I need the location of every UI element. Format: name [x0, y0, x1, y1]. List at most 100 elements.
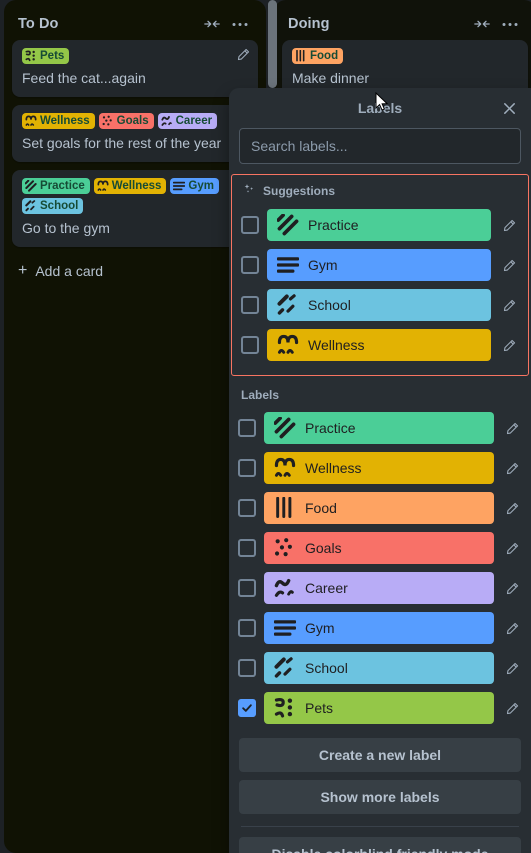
- card-label-name: Food: [310, 50, 339, 62]
- card-labels: Pets: [22, 48, 248, 64]
- label-pattern-icon: [274, 496, 296, 519]
- pencil-icon[interactable]: [502, 662, 522, 675]
- suggestions-heading: Suggestions: [241, 183, 519, 205]
- label-pattern-icon: [276, 254, 300, 276]
- labels-heading: Labels: [229, 376, 531, 408]
- label-row: Goals: [238, 528, 522, 568]
- pencil-icon[interactable]: [502, 422, 522, 435]
- label-swatch[interactable]: Practice: [264, 412, 494, 444]
- label-checkbox[interactable]: [238, 459, 256, 477]
- card[interactable]: Wellness Goals Career Set goals for the …: [12, 105, 258, 162]
- card-label-chip: Food: [292, 48, 344, 64]
- suggestion-label-swatch[interactable]: School: [267, 289, 491, 321]
- card-title: Set goals for the rest of the year: [22, 135, 222, 151]
- create-new-label-button[interactable]: Create a new label: [239, 738, 521, 772]
- label-swatch[interactable]: Pets: [264, 692, 494, 724]
- label-swatch[interactable]: School: [264, 652, 494, 684]
- edit-card-icon[interactable]: [237, 48, 250, 66]
- collapse-arrows-icon[interactable]: [198, 16, 226, 32]
- label-pattern-icon: [295, 49, 307, 62]
- suggestion-label-checkbox[interactable]: [241, 336, 259, 354]
- pencil-icon[interactable]: [502, 462, 522, 475]
- label-name: Gym: [305, 620, 335, 636]
- suggestions-heading-text: Suggestions: [263, 184, 336, 198]
- card[interactable]: Practice Wellness Gym School Go to the g…: [12, 170, 258, 247]
- card-label-name: Gym: [188, 180, 214, 192]
- suggestion-label-checkbox[interactable]: [241, 256, 259, 274]
- label-name: Practice: [305, 420, 356, 436]
- suggestion-label-swatch[interactable]: Gym: [267, 249, 491, 281]
- suggestions-list: Practice Gym School Wellness: [241, 205, 519, 365]
- popover-footer: Create a new label Show more labels Disa…: [229, 728, 531, 853]
- label-pattern-icon: [274, 457, 296, 479]
- label-pattern-icon: [273, 416, 296, 439]
- label-name: Career: [305, 580, 348, 596]
- show-more-labels-button[interactable]: Show more labels: [239, 780, 521, 814]
- close-icon[interactable]: [497, 96, 521, 120]
- colorblind-mode-toggle-button[interactable]: Disable colorblind friendly mode: [239, 837, 521, 853]
- card-label-chip: Practice: [22, 178, 90, 194]
- suggestion-label-name: Wellness: [308, 337, 365, 353]
- label-pattern-icon: [102, 115, 114, 127]
- suggestion-label-checkbox[interactable]: [241, 296, 259, 314]
- label-checkbox[interactable]: [238, 419, 256, 437]
- label-checkbox[interactable]: [238, 579, 256, 597]
- label-pattern-icon: [274, 537, 296, 559]
- label-checkbox[interactable]: [238, 539, 256, 557]
- label-checkbox[interactable]: [238, 699, 256, 717]
- add-a-card-button[interactable]: + Add a card: [12, 255, 258, 287]
- card-label-name: Wellness: [111, 180, 162, 192]
- pencil-icon[interactable]: [502, 542, 522, 555]
- pencil-icon[interactable]: [499, 219, 519, 232]
- mouse-cursor: [375, 91, 389, 112]
- pencil-icon[interactable]: [499, 259, 519, 272]
- card-labels: Food: [292, 48, 518, 64]
- label-pattern-icon: [277, 294, 299, 316]
- pencil-icon[interactable]: [502, 502, 522, 515]
- label-checkbox[interactable]: [238, 659, 256, 677]
- card-title: Make dinner: [292, 70, 370, 86]
- list-menu-icon[interactable]: [226, 20, 254, 29]
- label-checkbox[interactable]: [238, 499, 256, 517]
- list-header: Doing: [282, 8, 528, 40]
- suggestion-label-row: Practice: [241, 205, 519, 245]
- label-pattern-icon: [24, 179, 37, 192]
- suggestion-label-checkbox[interactable]: [241, 216, 259, 234]
- board-scrollbar[interactable]: [268, 0, 277, 88]
- screen: To Do Pets Feed the cat...again Wellness…: [0, 0, 531, 853]
- label-pattern-icon: [25, 200, 37, 212]
- pencil-icon[interactable]: [502, 622, 522, 635]
- suggestion-label-swatch[interactable]: Wellness: [267, 329, 491, 361]
- pencil-icon[interactable]: [499, 299, 519, 312]
- pencil-icon[interactable]: [502, 702, 522, 715]
- label-swatch[interactable]: Food: [264, 492, 494, 524]
- labels-heading-text: Labels: [241, 388, 280, 402]
- card-label-chip: Wellness: [93, 178, 167, 194]
- pencil-icon[interactable]: [502, 582, 522, 595]
- pencil-icon[interactable]: [499, 339, 519, 352]
- plus-icon: +: [18, 262, 28, 279]
- card-label-name: Pets: [40, 50, 65, 62]
- add-a-card-label: Add a card: [35, 263, 104, 279]
- list-title[interactable]: To Do: [18, 16, 198, 32]
- label-swatch[interactable]: Gym: [264, 612, 494, 644]
- label-row: Pets: [238, 688, 522, 728]
- collapse-arrows-icon[interactable]: [468, 16, 496, 32]
- label-pattern-icon: [173, 180, 186, 192]
- label-row: Gym: [238, 608, 522, 648]
- list-title[interactable]: Doing: [288, 16, 468, 32]
- card-label-chip: Pets: [22, 48, 70, 64]
- label-name: Pets: [305, 700, 334, 716]
- card-label-name: Practice: [40, 180, 85, 192]
- label-checkbox[interactable]: [238, 619, 256, 637]
- search-input[interactable]: [239, 128, 521, 164]
- label-swatch[interactable]: Career: [264, 572, 494, 604]
- suggestion-label-swatch[interactable]: Practice: [267, 209, 491, 241]
- list-menu-icon[interactable]: [496, 20, 524, 29]
- card-label-name: Career: [175, 115, 213, 127]
- label-swatch[interactable]: Wellness: [264, 452, 494, 484]
- suggestions-section: Suggestions Practice Gym School Wellness: [231, 174, 529, 376]
- card[interactable]: Pets Feed the cat...again: [12, 40, 258, 97]
- label-swatch[interactable]: Goals: [264, 532, 494, 564]
- card-label-chip: School: [22, 198, 84, 214]
